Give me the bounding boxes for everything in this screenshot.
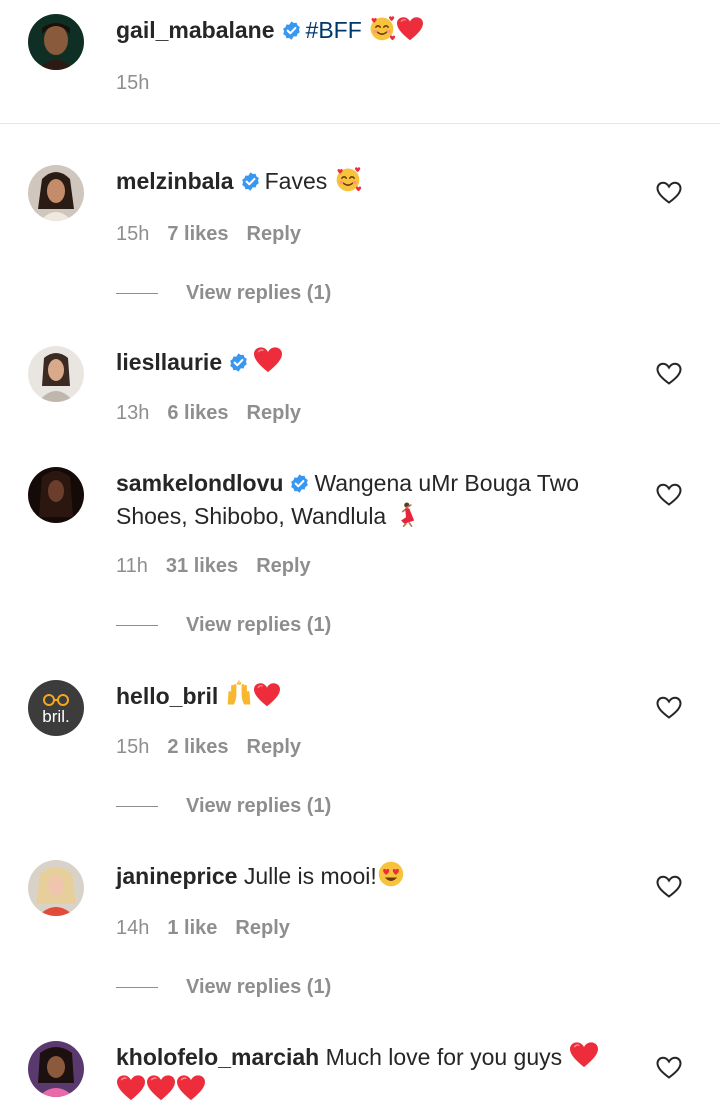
comment-text: Much love for you guys (325, 1044, 563, 1070)
avatar-kholofelo-marciah[interactable] (28, 1041, 84, 1097)
view-replies-button[interactable]: View replies (1) (116, 795, 331, 818)
raising-hands-icon (225, 680, 253, 708)
replies-divider (116, 625, 158, 627)
comment-text-line: hello_bril (116, 680, 626, 713)
comment-text-line: samkelondlovu Wangena uMr Bouga Two Shoes,… (116, 467, 626, 533)
username-link[interactable]: janineprice (116, 863, 237, 889)
comment-text: Faves (264, 168, 328, 194)
avatar-hello-bril[interactable]: bril. (28, 680, 84, 736)
username-link[interactable]: samkelondlovu (116, 470, 283, 496)
red-heart-icon (569, 1041, 599, 1069)
red-heart-icon (146, 1074, 176, 1102)
comment-meta: 15h 2 likes Reply (116, 736, 319, 759)
avatar-logo-text: bril. (42, 707, 69, 726)
comment-text: Julle is mooi! (243, 863, 377, 889)
avatar-janineprice[interactable] (28, 860, 84, 916)
like-heart-icon[interactable] (656, 483, 682, 507)
view-replies-label: View replies (1) (186, 795, 332, 817)
like-heart-icon[interactable] (656, 362, 682, 386)
red-heart-icon (396, 16, 424, 42)
verified-badge-icon (289, 473, 310, 494)
heart-eyes-icon (377, 860, 405, 888)
avatar-samkelondlovu[interactable] (28, 467, 84, 523)
view-replies-button[interactable]: View replies (1) (116, 614, 331, 637)
replies-divider (116, 987, 158, 989)
dancing-woman-icon (393, 500, 419, 528)
smiling-face-with-hearts-icon (334, 165, 362, 193)
view-replies-label: View replies (1) (186, 282, 332, 304)
comment-meta: 15h 7 likes Reply (116, 223, 319, 246)
comment-meta: 14h 1 like Reply (116, 917, 308, 940)
reply-button[interactable]: Reply (247, 223, 301, 245)
caption-text-line: gail_mabalane #BFF (116, 14, 626, 47)
comment-text-line: melzinbala Faves (116, 165, 626, 198)
comment-text-line: kholofelo_marciah Much love for you guys (116, 1041, 626, 1107)
avatar-gail-mabalane[interactable] (28, 14, 84, 70)
comment-text-line: liesllaurie (116, 346, 626, 379)
like-heart-icon[interactable] (656, 696, 682, 720)
avatar-melzinbala[interactable] (28, 165, 84, 221)
comment-text-line: janineprice Julle is mooi! (116, 860, 626, 893)
smiling-face-with-hearts-icon (368, 14, 396, 42)
like-heart-icon[interactable] (656, 1056, 682, 1080)
verified-badge-icon (240, 171, 261, 192)
username-link[interactable]: kholofelo_marciah (116, 1044, 319, 1070)
red-heart-icon (116, 1074, 146, 1102)
username-link[interactable]: melzinbala (116, 168, 234, 194)
replies-divider (116, 806, 158, 808)
likes-count[interactable]: 2 likes (167, 736, 228, 758)
comment-meta: 13h 6 likes Reply (116, 402, 319, 425)
timestamp: 15h (116, 223, 150, 245)
red-heart-icon (253, 346, 283, 374)
timestamp: 11h (116, 555, 148, 577)
verified-badge-icon (281, 20, 302, 41)
like-heart-icon[interactable] (656, 181, 682, 205)
likes-count[interactable]: 6 likes (167, 402, 228, 424)
comment-text: Wangena uMr Bouga Two (314, 470, 580, 496)
caption-meta: 15h (116, 72, 167, 95)
likes-count[interactable]: 7 likes (167, 223, 228, 245)
comment-text-continued: Shoes, Shibobo, Wandlula (116, 503, 387, 529)
avatar-liesllaurie[interactable] (28, 346, 84, 402)
like-heart-icon[interactable] (656, 875, 682, 899)
username-link[interactable]: liesllaurie (116, 349, 222, 375)
red-heart-icon (253, 682, 281, 708)
likes-count[interactable]: 1 like (167, 917, 217, 939)
verified-badge-icon (228, 352, 249, 373)
view-replies-button[interactable]: View replies (1) (116, 282, 331, 305)
reply-button[interactable]: Reply (247, 736, 301, 758)
red-heart-icon (176, 1074, 206, 1102)
timestamp: 15h (116, 736, 150, 758)
view-replies-button[interactable]: View replies (1) (116, 976, 331, 999)
timestamp: 15h (116, 72, 150, 94)
timestamp: 14h (116, 917, 150, 939)
view-replies-label: View replies (1) (186, 976, 332, 998)
comment-meta: 11h 31 likes Reply (116, 555, 329, 578)
likes-count[interactable]: 31 likes (166, 555, 238, 577)
view-replies-label: View replies (1) (186, 614, 332, 636)
reply-button[interactable]: Reply (235, 917, 289, 939)
reply-button[interactable]: Reply (247, 402, 301, 424)
caption-hashtag[interactable]: #BFF (306, 17, 362, 43)
replies-divider (116, 293, 158, 295)
username-link[interactable]: gail_mabalane (116, 17, 275, 43)
timestamp: 13h (116, 402, 150, 424)
reply-button[interactable]: Reply (256, 555, 310, 577)
post-caption: gail_mabalane #BFF 15h (0, 0, 720, 124)
username-link[interactable]: hello_bril (116, 683, 218, 709)
